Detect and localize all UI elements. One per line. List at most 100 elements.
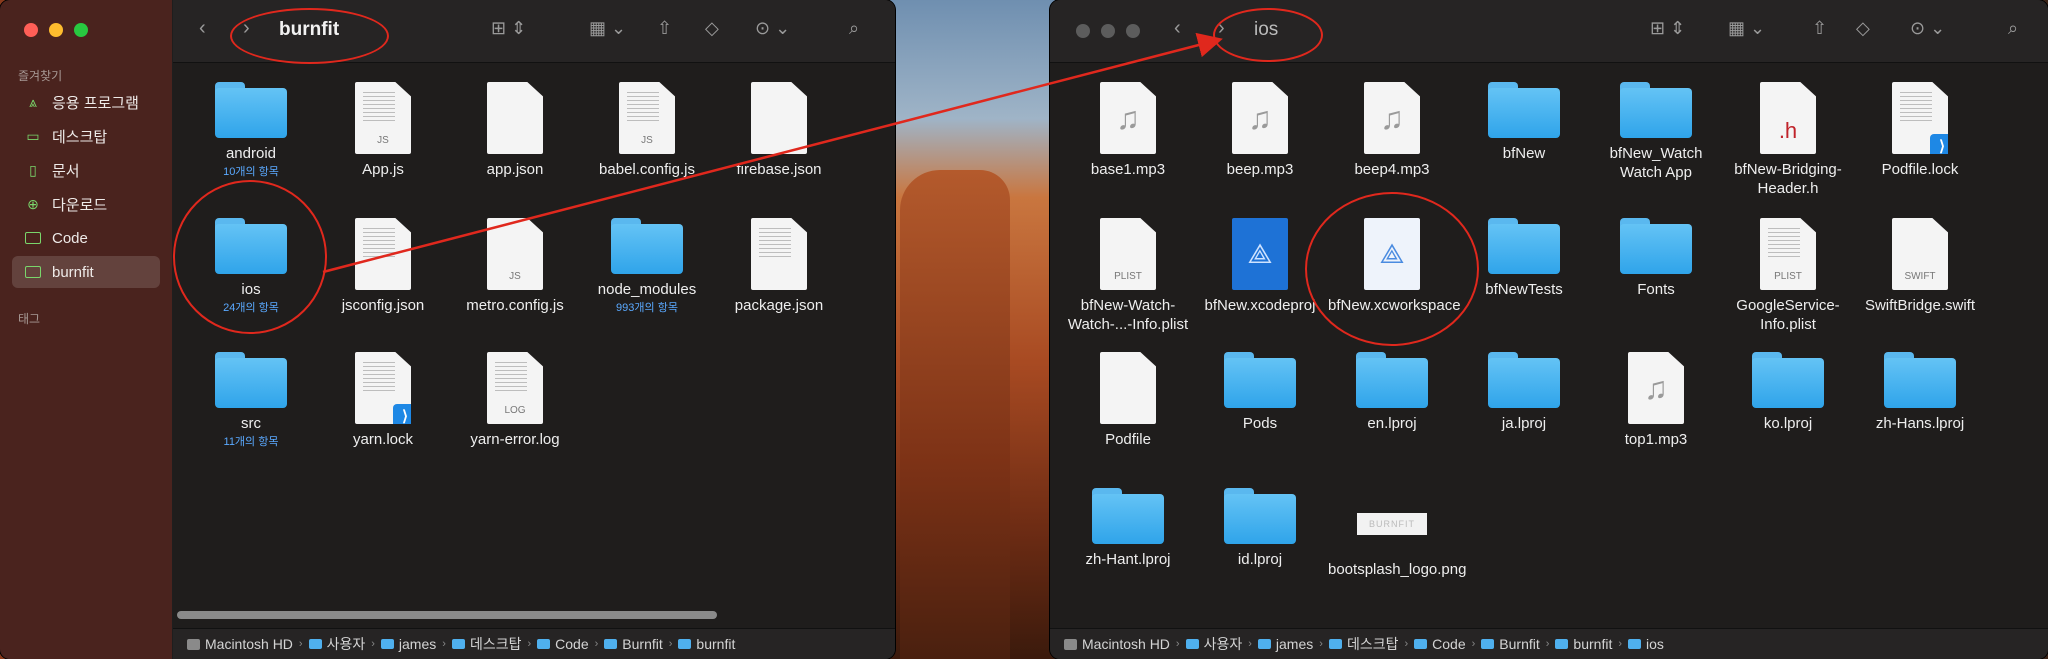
file-item[interactable]: bfNew xyxy=(1460,82,1588,163)
audio-file-icon: ♫ xyxy=(1232,82,1288,154)
more-icon[interactable]: ⊙ ⌄ xyxy=(1910,18,1945,39)
close-button[interactable] xyxy=(24,23,38,37)
path-item[interactable]: Burnfit xyxy=(622,636,662,652)
back-button[interactable]: ‹ xyxy=(199,17,206,40)
path-item[interactable]: ios xyxy=(1646,636,1664,652)
file-name: src xyxy=(241,415,261,432)
path-item[interactable]: 데스크탑 xyxy=(1347,634,1399,654)
file-item[interactable]: Fonts xyxy=(1592,218,1720,299)
file-item[interactable]: PLIST bfNew-Watch-Watch-...-Info.plist xyxy=(1064,218,1192,334)
path-item[interactable]: burnfit xyxy=(1573,636,1612,652)
file-item[interactable]: ko.lproj xyxy=(1724,352,1852,433)
sidebar: 즐겨찾기 ⩓ 응용 프로그램 ▭ 데스크탑 ▯ 문서 ⊕ 다운로드 Code burnf… xyxy=(0,0,172,659)
file-item[interactable]: android 10개의 항목 xyxy=(187,82,315,179)
file-item[interactable]: package.json xyxy=(715,218,843,315)
file-item[interactable]: ⟩ yarn.lock xyxy=(319,352,447,449)
file-item[interactable]: zh-Hant.lproj xyxy=(1064,488,1192,569)
sidebar-item-burnfit[interactable]: burnfit xyxy=(12,256,160,288)
folder-icon xyxy=(25,266,41,278)
file-item[interactable]: ♫ beep.mp3 xyxy=(1196,82,1324,179)
view-mode-icon[interactable]: ⊞ ⇕ xyxy=(491,18,526,39)
zoom-button[interactable] xyxy=(1126,24,1140,38)
sidebar-item-applications[interactable]: ⩓ 응용 프로그램 xyxy=(12,86,160,118)
zoom-button[interactable] xyxy=(74,23,88,37)
file-item[interactable]: JS App.js xyxy=(319,82,447,179)
path-item[interactable]: Burnfit xyxy=(1499,636,1539,652)
file-name: beep.mp3 xyxy=(1226,161,1294,178)
path-item[interactable]: 데스크탑 xyxy=(470,634,522,654)
xcodeproj-icon: ⟁ xyxy=(1232,218,1288,290)
folder-icon xyxy=(1620,218,1692,274)
file-item[interactable]: Pods xyxy=(1196,352,1324,433)
path-item[interactable]: burnfit xyxy=(696,636,735,652)
group-icon[interactable]: ▦ ⌄ xyxy=(1728,18,1765,39)
share-icon[interactable]: ⇧ xyxy=(1812,18,1827,39)
file-item[interactable]: BURNFIT bootsplash_logo.png xyxy=(1328,488,1466,579)
share-icon[interactable]: ⇧ xyxy=(657,18,672,39)
path-item[interactable]: Code xyxy=(1432,636,1465,652)
view-mode-icon[interactable]: ⊞ ⇕ xyxy=(1650,18,1685,39)
group-icon[interactable]: ▦ ⌄ xyxy=(589,18,626,39)
file-item[interactable]: firebase.json xyxy=(715,82,843,179)
sidebar-item-code[interactable]: Code xyxy=(12,222,160,254)
plist-file-icon: PLIST xyxy=(1100,218,1156,290)
swift-file-icon: SWIFT xyxy=(1892,218,1948,290)
file-item[interactable]: .h bfNew-Bridging-Header.h xyxy=(1724,82,1852,198)
file-item[interactable]: bfNewTests xyxy=(1460,218,1588,299)
sidebar-item-downloads[interactable]: ⊕ 다운로드 xyxy=(12,188,160,220)
file-item[interactable]: jsconfig.json xyxy=(319,218,447,315)
path-item[interactable]: Code xyxy=(555,636,588,652)
path-item[interactable]: Macintosh HD xyxy=(1082,636,1170,652)
file-name: beep4.mp3 xyxy=(1354,161,1430,178)
file-item[interactable]: bfNew_Watch Watch App xyxy=(1592,82,1720,182)
close-button[interactable] xyxy=(1076,24,1090,38)
file-name: bfNew_Watch Watch App xyxy=(1609,145,1703,181)
search-icon[interactable]: ⌕ xyxy=(849,18,859,39)
plist-file-icon: PLIST xyxy=(1760,218,1816,290)
file-item[interactable]: SWIFT SwiftBridge.swift xyxy=(1856,218,1984,315)
file-item[interactable]: JS metro.config.js xyxy=(451,218,579,315)
json-file-icon xyxy=(355,218,411,290)
folder-icon xyxy=(1224,352,1296,408)
folder-icon xyxy=(1752,352,1824,408)
path-item[interactable]: 사용자 xyxy=(327,634,366,654)
more-icon[interactable]: ⊙ ⌄ xyxy=(755,18,790,39)
search-icon[interactable]: ⌕ xyxy=(2008,18,2018,39)
minimize-button[interactable] xyxy=(1101,24,1115,38)
file-item[interactable]: zh-Hans.lproj xyxy=(1856,352,1984,433)
file-item[interactable]: node_modules 993개의 항목 xyxy=(583,218,711,315)
file-item[interactable]: ♫ beep4.mp3 xyxy=(1328,82,1456,179)
path-item[interactable]: 사용자 xyxy=(1204,634,1243,654)
file-item[interactable]: ja.lproj xyxy=(1460,352,1588,433)
file-name: package.json xyxy=(734,297,824,314)
json-file-icon xyxy=(751,218,807,290)
sidebar-item-desktop[interactable]: ▭ 데스크탑 xyxy=(12,120,160,152)
tag-icon[interactable]: ◇ xyxy=(705,18,719,39)
back-button[interactable]: ‹ xyxy=(1174,17,1181,40)
file-item[interactable]: ⟩ Podfile.lock xyxy=(1856,82,1984,179)
finder-window-burnfit[interactable]: 즐겨찾기 ⩓ 응용 프로그램 ▭ 데스크탑 ▯ 문서 ⊕ 다운로드 Code burnf… xyxy=(0,0,895,659)
file-item[interactable]: JS babel.config.js xyxy=(583,82,711,179)
file-item[interactable]: Podfile xyxy=(1064,352,1192,449)
file-item[interactable]: ♫ base1.mp3 xyxy=(1064,82,1192,179)
folder-icon xyxy=(1414,639,1428,649)
folder-icon xyxy=(1224,488,1296,544)
file-item[interactable]: ♫ top1.mp3 xyxy=(1592,352,1720,449)
file-item[interactable]: app.json xyxy=(451,82,579,179)
tag-icon[interactable]: ◇ xyxy=(1856,18,1870,39)
file-name: id.lproj xyxy=(1237,551,1283,568)
path-item[interactable]: james xyxy=(399,636,436,652)
file-item[interactable]: src 11개의 항목 xyxy=(187,352,315,449)
file-item[interactable]: en.lproj xyxy=(1328,352,1456,433)
path-item[interactable]: james xyxy=(1276,636,1313,652)
file-name: bfNewTests xyxy=(1485,281,1563,298)
file-item[interactable]: LOG yarn-error.log xyxy=(451,352,579,449)
item-count: 10개의 항목 xyxy=(223,166,279,178)
file-item[interactable]: id.lproj xyxy=(1196,488,1324,569)
minimize-button[interactable] xyxy=(49,23,63,37)
path-item[interactable]: Macintosh HD xyxy=(205,636,293,652)
horizontal-scrollbar[interactable] xyxy=(177,611,717,619)
finder-window-ios[interactable]: ‹ › ios ⊞ ⇕ ▦ ⌄ ⇧ ◇ ⊙ ⌄ ⌕ ♫ base1.mp3 ♫ be… xyxy=(1050,0,2048,659)
sidebar-item-documents[interactable]: ▯ 문서 xyxy=(12,154,160,186)
file-item[interactable]: PLIST GoogleService-Info.plist xyxy=(1724,218,1852,334)
